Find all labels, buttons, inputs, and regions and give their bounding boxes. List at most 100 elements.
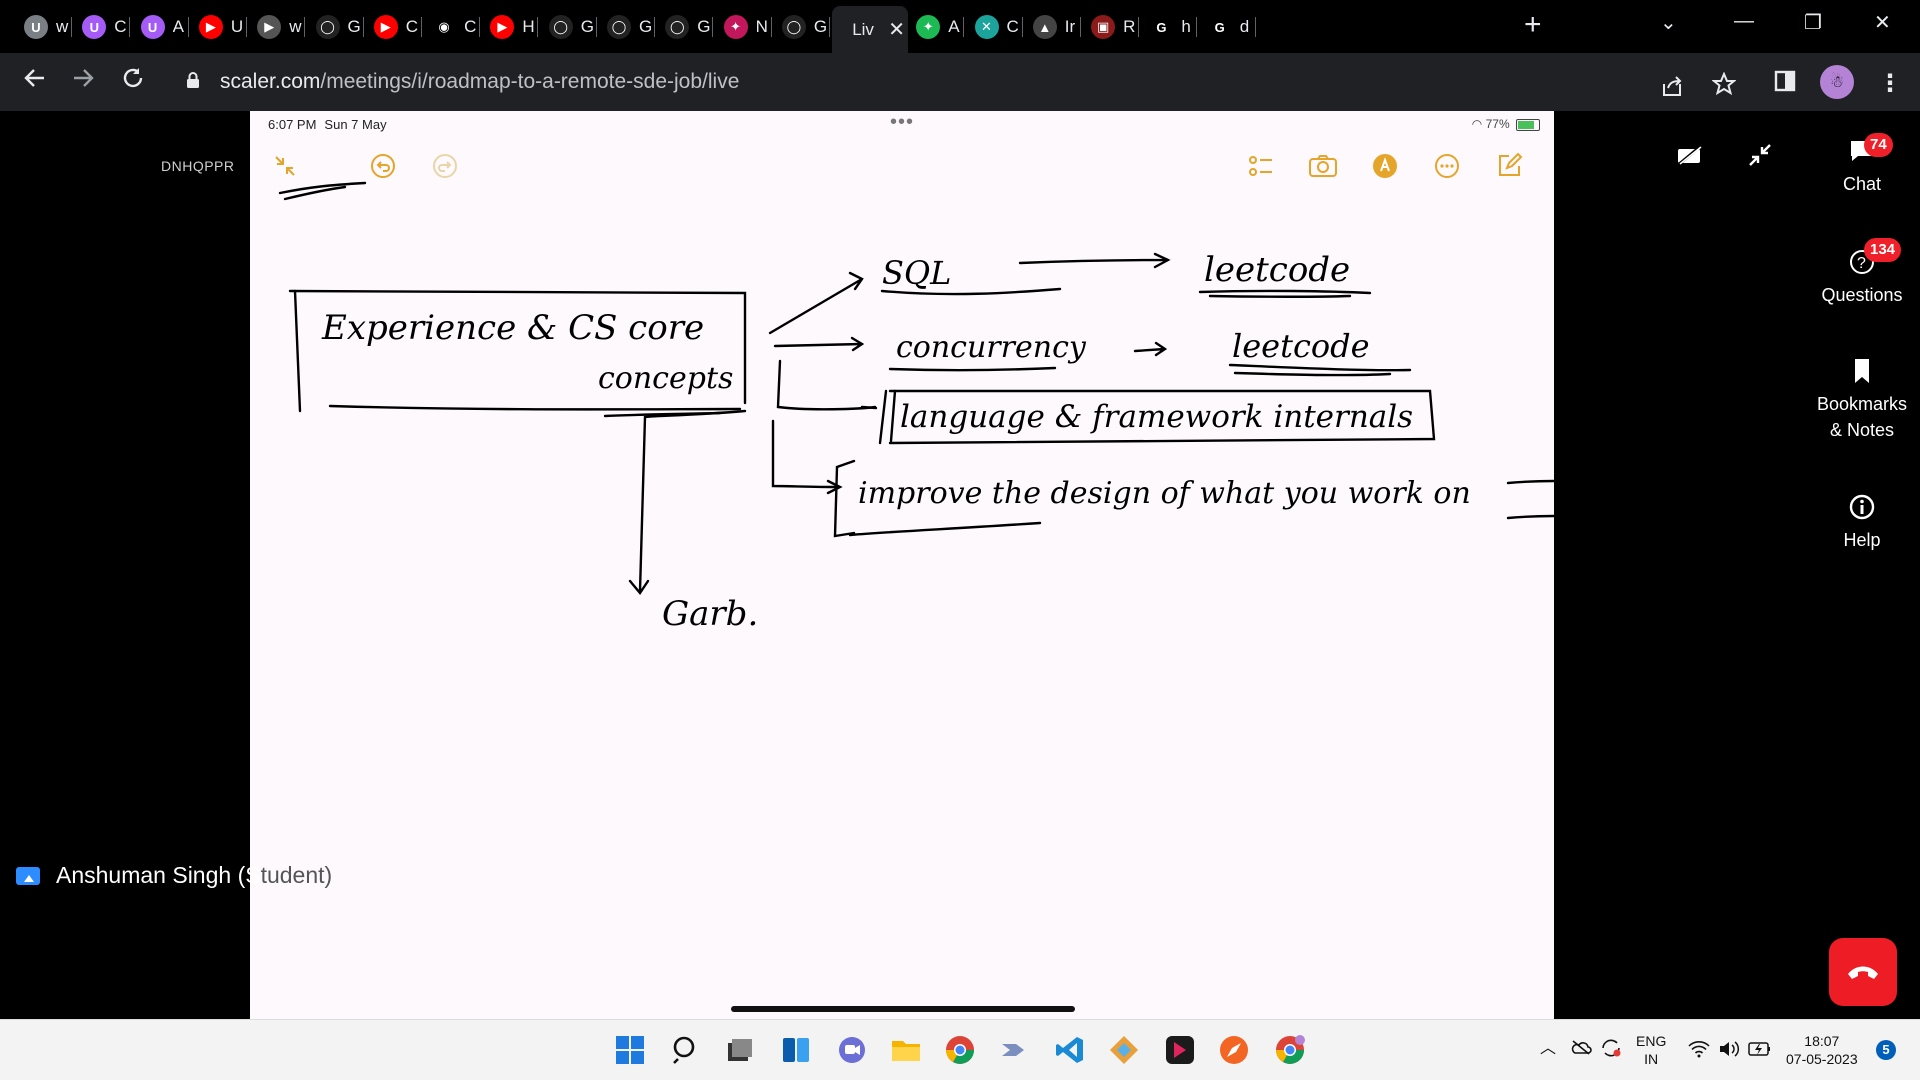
- widgets-icon[interactable]: [780, 1034, 812, 1066]
- tab-title: C: [464, 17, 477, 36]
- tab-title: d: [1239, 17, 1250, 36]
- branch-concurrency: concurrency: [896, 330, 1087, 365]
- url-text[interactable]: scaler.com/meetings/i/roadmap-to-a-remot…: [220, 70, 739, 94]
- tab-favicon-icon: G: [1214, 19, 1225, 35]
- sync-icon[interactable]: [1600, 1038, 1622, 1062]
- tab-search-icon[interactable]: ⌄: [1660, 10, 1677, 35]
- system-clock[interactable]: 18:07 07-05-2023: [1786, 1032, 1858, 1068]
- browser-tab[interactable]: UC: [82, 9, 131, 45]
- tab-favicon-icon: ◯: [781, 15, 806, 39]
- browser-tab[interactable]: Gh: [1149, 9, 1198, 45]
- compass-app-icon[interactable]: [1218, 1034, 1250, 1066]
- tab-title: G: [347, 17, 361, 36]
- meeting-side-panel: 74 Chat ? 134 Questions Bookmarks & Note…: [1804, 111, 1920, 1019]
- browser-tab[interactable]: Uw: [24, 9, 72, 45]
- browser-tab[interactable]: ✕ C: [974, 9, 1023, 45]
- chat-label: Chat: [1842, 174, 1882, 194]
- main-box-text-line2: concepts: [598, 361, 733, 396]
- restore-icon[interactable]: ❐: [1804, 10, 1822, 35]
- active-browser-tab[interactable]: Liv ✕: [832, 6, 909, 53]
- lock-icon[interactable]: [186, 71, 200, 89]
- browser-tab[interactable]: ▶ H: [490, 9, 539, 45]
- close-tab-icon[interactable]: ✕: [888, 17, 905, 42]
- teams-chat-icon[interactable]: [836, 1034, 868, 1066]
- volume-icon[interactable]: [1718, 1040, 1740, 1062]
- media-app-icon[interactable]: [1164, 1034, 1196, 1066]
- tab-favicon-icon: ◯: [548, 15, 573, 39]
- svg-text:?: ?: [1857, 255, 1866, 272]
- browser-tab[interactable]: ▶ w: [257, 9, 306, 45]
- search-icon[interactable]: [670, 1034, 702, 1066]
- questions-button[interactable]: ? 134 Questions: [1804, 238, 1920, 308]
- power-automate-icon[interactable]: [998, 1034, 1030, 1066]
- tab-title: G: [639, 17, 653, 36]
- task-view-icon[interactable]: [724, 1034, 756, 1066]
- browser-tab[interactable]: ◯ G: [607, 9, 655, 45]
- profile-avatar[interactable]: ☃: [1820, 65, 1854, 99]
- browser-tab[interactable]: ▶ C: [373, 9, 422, 45]
- new-tab-button[interactable]: +: [1524, 8, 1542, 42]
- language-indicator[interactable]: ENG IN: [1636, 1032, 1666, 1068]
- tab-favicon-icon: ✦: [723, 15, 748, 39]
- browser-tab[interactable]: ◯ G: [665, 9, 714, 45]
- bookmarks-notes-button[interactable]: Bookmarks & Notes: [1804, 357, 1920, 443]
- close-window-icon[interactable]: ✕: [1874, 10, 1891, 35]
- bookmark-star-icon[interactable]: [1711, 71, 1737, 102]
- tab-favicon-icon: ✕: [974, 15, 999, 39]
- file-explorer-icon[interactable]: [890, 1034, 922, 1066]
- chat-icon: 74: [1848, 133, 1893, 165]
- chat-button[interactable]: 74 Chat: [1804, 133, 1920, 197]
- screen-share-icon: [16, 866, 40, 885]
- tab-title: G: [580, 17, 594, 36]
- vscode-icon[interactable]: [1054, 1034, 1086, 1066]
- tab-favicon-icon: G: [1156, 19, 1167, 35]
- tab-favicon-icon: ▲: [1032, 15, 1057, 39]
- minimize-icon[interactable]: —: [1734, 10, 1754, 33]
- diamond-app-icon[interactable]: [1108, 1034, 1140, 1066]
- tray-overflow-icon[interactable]: ︿: [1540, 1040, 1556, 1058]
- side-panel-icon[interactable]: [1774, 70, 1796, 98]
- browser-tab[interactable]: Gd: [1208, 9, 1256, 45]
- browser-tab[interactable]: ▶ U: [198, 9, 247, 45]
- share-icon[interactable]: [1660, 75, 1684, 103]
- browser-tab[interactable]: ✦ A: [916, 9, 965, 45]
- tab-favicon-icon: ▶: [257, 15, 282, 39]
- browser-tab[interactable]: ◯ G: [781, 9, 830, 45]
- tab-favicon-icon: ▶: [490, 15, 515, 39]
- hide-video-icon[interactable]: [1668, 133, 1712, 177]
- browser-tab[interactable]: ◯ G: [315, 9, 364, 45]
- browser-tab[interactable]: ◉ C: [432, 9, 481, 45]
- handwriting-canvas: Experience & CS core concepts SQL leetco…: [278, 181, 1554, 634]
- battery-charging-icon[interactable]: [1748, 1041, 1772, 1061]
- tab-favicon-icon: ▣: [1091, 15, 1116, 39]
- branch-language-internals: language & framework internals: [900, 399, 1413, 435]
- questions-label: Questions: [1821, 285, 1903, 305]
- wifi-icon[interactable]: [1688, 1040, 1710, 1062]
- tab-favicon-icon: ◯: [315, 15, 340, 39]
- tab-favicon-icon: U: [24, 15, 48, 39]
- browser-tab[interactable]: UA: [140, 9, 189, 45]
- tab-title: N: [755, 17, 768, 36]
- tab-title: A: [172, 17, 184, 36]
- notification-badge[interactable]: 5: [1876, 1040, 1896, 1060]
- tab-title: C: [114, 17, 127, 36]
- start-windows-icon[interactable]: [614, 1034, 646, 1066]
- forward-icon[interactable]: [66, 65, 100, 98]
- help-button[interactable]: Help: [1804, 493, 1920, 553]
- tab-favicon-icon: U: [140, 15, 165, 39]
- end-call-button[interactable]: [1829, 938, 1897, 1006]
- chrome-profile-icon[interactable]: [1274, 1034, 1306, 1066]
- branch-sql: SQL: [882, 254, 951, 292]
- address-bar[interactable]: scaler.com/meetings/i/roadmap-to-a-remot…: [172, 61, 1737, 103]
- browser-tab[interactable]: ▣ R: [1091, 9, 1140, 45]
- reload-icon[interactable]: [116, 65, 150, 98]
- chrome-icon[interactable]: [944, 1034, 976, 1066]
- branch-concurrency-target: leetcode: [1232, 327, 1370, 365]
- browser-tab[interactable]: ▲ Ir: [1032, 9, 1081, 45]
- menu-kebab-icon[interactable]: ⋮: [1878, 69, 1902, 98]
- onedrive-icon[interactable]: [1570, 1038, 1592, 1060]
- exit-fullscreen-icon[interactable]: [1738, 133, 1782, 177]
- browser-tab[interactable]: ◯ G: [548, 9, 597, 45]
- back-icon[interactable]: [18, 65, 52, 98]
- browser-tab[interactable]: ✦ N: [723, 9, 772, 45]
